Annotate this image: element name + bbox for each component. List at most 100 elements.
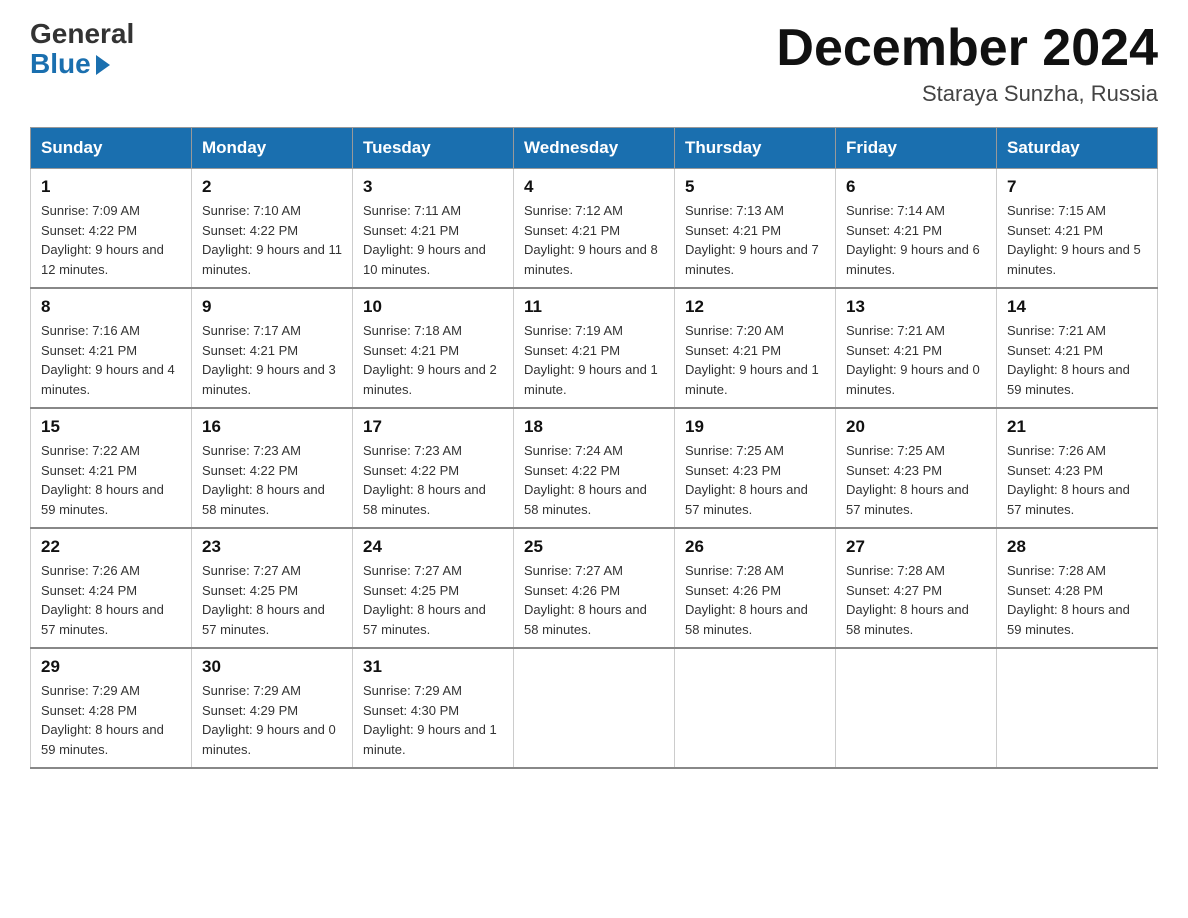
- table-row: 4 Sunrise: 7:12 AM Sunset: 4:21 PM Dayli…: [514, 169, 675, 289]
- col-friday: Friday: [836, 128, 997, 169]
- day-number: 25: [524, 537, 664, 557]
- table-row: 23 Sunrise: 7:27 AM Sunset: 4:25 PM Dayl…: [192, 528, 353, 648]
- table-row: 29 Sunrise: 7:29 AM Sunset: 4:28 PM Dayl…: [31, 648, 192, 768]
- day-number: 9: [202, 297, 342, 317]
- col-wednesday: Wednesday: [514, 128, 675, 169]
- day-info: Sunrise: 7:23 AM Sunset: 4:22 PM Dayligh…: [363, 441, 503, 519]
- day-info: Sunrise: 7:26 AM Sunset: 4:24 PM Dayligh…: [41, 561, 181, 639]
- calendar-week-row: 22 Sunrise: 7:26 AM Sunset: 4:24 PM Dayl…: [31, 528, 1158, 648]
- day-info: Sunrise: 7:21 AM Sunset: 4:21 PM Dayligh…: [1007, 321, 1147, 399]
- table-row: 21 Sunrise: 7:26 AM Sunset: 4:23 PM Dayl…: [997, 408, 1158, 528]
- day-info: Sunrise: 7:28 AM Sunset: 4:28 PM Dayligh…: [1007, 561, 1147, 639]
- table-row: 22 Sunrise: 7:26 AM Sunset: 4:24 PM Dayl…: [31, 528, 192, 648]
- day-number: 24: [363, 537, 503, 557]
- table-row: 30 Sunrise: 7:29 AM Sunset: 4:29 PM Dayl…: [192, 648, 353, 768]
- day-number: 8: [41, 297, 181, 317]
- table-row: 15 Sunrise: 7:22 AM Sunset: 4:21 PM Dayl…: [31, 408, 192, 528]
- table-row: 16 Sunrise: 7:23 AM Sunset: 4:22 PM Dayl…: [192, 408, 353, 528]
- page-header: General Blue December 2024 Staraya Sunzh…: [30, 20, 1158, 107]
- day-number: 17: [363, 417, 503, 437]
- table-row: 24 Sunrise: 7:27 AM Sunset: 4:25 PM Dayl…: [353, 528, 514, 648]
- col-saturday: Saturday: [997, 128, 1158, 169]
- calendar-table: Sunday Monday Tuesday Wednesday Thursday…: [30, 127, 1158, 769]
- day-number: 12: [685, 297, 825, 317]
- day-number: 21: [1007, 417, 1147, 437]
- logo-arrow-icon: [96, 55, 110, 75]
- day-number: 4: [524, 177, 664, 197]
- table-row: 7 Sunrise: 7:15 AM Sunset: 4:21 PM Dayli…: [997, 169, 1158, 289]
- day-info: Sunrise: 7:25 AM Sunset: 4:23 PM Dayligh…: [846, 441, 986, 519]
- day-info: Sunrise: 7:27 AM Sunset: 4:25 PM Dayligh…: [363, 561, 503, 639]
- table-row: [675, 648, 836, 768]
- day-number: 1: [41, 177, 181, 197]
- day-info: Sunrise: 7:11 AM Sunset: 4:21 PM Dayligh…: [363, 201, 503, 279]
- day-number: 10: [363, 297, 503, 317]
- table-row: 26 Sunrise: 7:28 AM Sunset: 4:26 PM Dayl…: [675, 528, 836, 648]
- day-number: 2: [202, 177, 342, 197]
- table-row: 6 Sunrise: 7:14 AM Sunset: 4:21 PM Dayli…: [836, 169, 997, 289]
- table-row: 13 Sunrise: 7:21 AM Sunset: 4:21 PM Dayl…: [836, 288, 997, 408]
- day-info: Sunrise: 7:25 AM Sunset: 4:23 PM Dayligh…: [685, 441, 825, 519]
- table-row: 18 Sunrise: 7:24 AM Sunset: 4:22 PM Dayl…: [514, 408, 675, 528]
- day-number: 30: [202, 657, 342, 677]
- table-row: 27 Sunrise: 7:28 AM Sunset: 4:27 PM Dayl…: [836, 528, 997, 648]
- table-row: 28 Sunrise: 7:28 AM Sunset: 4:28 PM Dayl…: [997, 528, 1158, 648]
- day-number: 29: [41, 657, 181, 677]
- calendar-week-row: 1 Sunrise: 7:09 AM Sunset: 4:22 PM Dayli…: [31, 169, 1158, 289]
- day-number: 15: [41, 417, 181, 437]
- day-info: Sunrise: 7:18 AM Sunset: 4:21 PM Dayligh…: [363, 321, 503, 399]
- day-number: 19: [685, 417, 825, 437]
- day-number: 22: [41, 537, 181, 557]
- table-row: 25 Sunrise: 7:27 AM Sunset: 4:26 PM Dayl…: [514, 528, 675, 648]
- day-number: 5: [685, 177, 825, 197]
- table-row: 12 Sunrise: 7:20 AM Sunset: 4:21 PM Dayl…: [675, 288, 836, 408]
- logo-blue-text: Blue: [30, 48, 110, 80]
- day-number: 6: [846, 177, 986, 197]
- day-number: 28: [1007, 537, 1147, 557]
- day-info: Sunrise: 7:29 AM Sunset: 4:28 PM Dayligh…: [41, 681, 181, 759]
- table-row: 14 Sunrise: 7:21 AM Sunset: 4:21 PM Dayl…: [997, 288, 1158, 408]
- day-number: 14: [1007, 297, 1147, 317]
- col-monday: Monday: [192, 128, 353, 169]
- day-info: Sunrise: 7:09 AM Sunset: 4:22 PM Dayligh…: [41, 201, 181, 279]
- day-info: Sunrise: 7:22 AM Sunset: 4:21 PM Dayligh…: [41, 441, 181, 519]
- table-row: 8 Sunrise: 7:16 AM Sunset: 4:21 PM Dayli…: [31, 288, 192, 408]
- day-info: Sunrise: 7:10 AM Sunset: 4:22 PM Dayligh…: [202, 201, 342, 279]
- table-row: 20 Sunrise: 7:25 AM Sunset: 4:23 PM Dayl…: [836, 408, 997, 528]
- table-row: [997, 648, 1158, 768]
- table-row: 2 Sunrise: 7:10 AM Sunset: 4:22 PM Dayli…: [192, 169, 353, 289]
- day-info: Sunrise: 7:16 AM Sunset: 4:21 PM Dayligh…: [41, 321, 181, 399]
- logo: General Blue: [30, 20, 134, 80]
- table-row: 9 Sunrise: 7:17 AM Sunset: 4:21 PM Dayli…: [192, 288, 353, 408]
- day-info: Sunrise: 7:27 AM Sunset: 4:26 PM Dayligh…: [524, 561, 664, 639]
- table-row: 31 Sunrise: 7:29 AM Sunset: 4:30 PM Dayl…: [353, 648, 514, 768]
- calendar-week-row: 8 Sunrise: 7:16 AM Sunset: 4:21 PM Dayli…: [31, 288, 1158, 408]
- day-number: 7: [1007, 177, 1147, 197]
- day-number: 27: [846, 537, 986, 557]
- day-number: 16: [202, 417, 342, 437]
- table-row: 11 Sunrise: 7:19 AM Sunset: 4:21 PM Dayl…: [514, 288, 675, 408]
- calendar-week-row: 29 Sunrise: 7:29 AM Sunset: 4:28 PM Dayl…: [31, 648, 1158, 768]
- day-info: Sunrise: 7:29 AM Sunset: 4:29 PM Dayligh…: [202, 681, 342, 759]
- table-row: 17 Sunrise: 7:23 AM Sunset: 4:22 PM Dayl…: [353, 408, 514, 528]
- col-thursday: Thursday: [675, 128, 836, 169]
- day-info: Sunrise: 7:28 AM Sunset: 4:26 PM Dayligh…: [685, 561, 825, 639]
- table-row: [514, 648, 675, 768]
- month-year-title: December 2024: [776, 20, 1158, 77]
- day-number: 3: [363, 177, 503, 197]
- day-number: 23: [202, 537, 342, 557]
- table-row: [836, 648, 997, 768]
- day-info: Sunrise: 7:15 AM Sunset: 4:21 PM Dayligh…: [1007, 201, 1147, 279]
- table-row: 5 Sunrise: 7:13 AM Sunset: 4:21 PM Dayli…: [675, 169, 836, 289]
- table-row: 3 Sunrise: 7:11 AM Sunset: 4:21 PM Dayli…: [353, 169, 514, 289]
- day-number: 13: [846, 297, 986, 317]
- day-info: Sunrise: 7:19 AM Sunset: 4:21 PM Dayligh…: [524, 321, 664, 399]
- day-info: Sunrise: 7:14 AM Sunset: 4:21 PM Dayligh…: [846, 201, 986, 279]
- table-row: 1 Sunrise: 7:09 AM Sunset: 4:22 PM Dayli…: [31, 169, 192, 289]
- title-block: December 2024 Staraya Sunzha, Russia: [776, 20, 1158, 107]
- day-info: Sunrise: 7:21 AM Sunset: 4:21 PM Dayligh…: [846, 321, 986, 399]
- col-sunday: Sunday: [31, 128, 192, 169]
- logo-general-text: General: [30, 20, 134, 48]
- day-info: Sunrise: 7:17 AM Sunset: 4:21 PM Dayligh…: [202, 321, 342, 399]
- day-info: Sunrise: 7:29 AM Sunset: 4:30 PM Dayligh…: [363, 681, 503, 759]
